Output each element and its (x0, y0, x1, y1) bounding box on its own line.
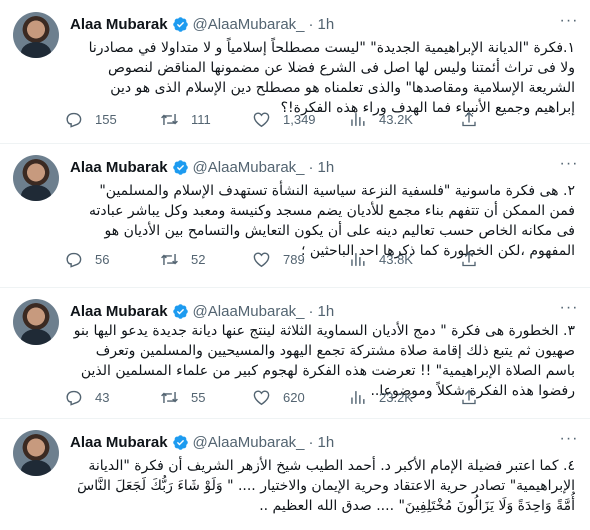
views-button[interactable]: 43.2K (348, 108, 460, 130)
tweet-header: Alaa Mubarak @AlaaMubarak_ · 1h (70, 432, 334, 452)
reply-button[interactable]: 56 (64, 248, 160, 270)
view-count: 43.2K (379, 111, 413, 127)
reply-count: 56 (95, 251, 110, 267)
tweet[interactable]: Alaa Mubarak @AlaaMubarak_ · 1h ··· ٣. ا… (0, 287, 590, 419)
view-count: 23.2K (379, 389, 413, 405)
views-chart-icon (351, 390, 365, 404)
verified-badge-icon (172, 434, 188, 450)
like-button[interactable]: 620 (252, 386, 348, 408)
reply-icon (66, 112, 82, 128)
author-handle[interactable]: @AlaaMubarak_ (193, 159, 305, 176)
reply-icon (66, 390, 82, 406)
reply-icon (66, 252, 82, 268)
more-options-icon[interactable]: ··· (558, 430, 580, 448)
views-button[interactable]: 23.2K (348, 386, 460, 408)
retweet-button[interactable]: 55 (160, 386, 252, 408)
more-options-icon[interactable]: ··· (558, 299, 580, 317)
retweet-icon (161, 253, 178, 265)
like-count: 1,349 (283, 111, 316, 127)
tweet-header: Alaa Mubarak @AlaaMubarak_ · 1h (70, 301, 334, 321)
view-count: 43.8K (379, 251, 413, 267)
retweet-count: 52 (191, 251, 206, 267)
share-icon (462, 111, 476, 126)
more-options-icon[interactable]: ··· (558, 155, 580, 173)
author-handle[interactable]: @AlaaMubarak_ (193, 16, 305, 33)
share-icon (462, 389, 476, 404)
tweet-actions: 155 111 1,349 43.2K (64, 108, 524, 130)
retweet-count: 111 (191, 111, 211, 127)
timestamp[interactable]: 1h (318, 434, 335, 451)
views-button[interactable]: 43.8K (348, 248, 460, 270)
author-name[interactable]: Alaa Mubarak (70, 159, 168, 176)
reply-count: 155 (95, 111, 117, 127)
reply-button[interactable]: 43 (64, 386, 160, 408)
heart-icon (253, 251, 270, 267)
views-chart-icon (351, 112, 365, 126)
verified-badge-icon (172, 303, 188, 319)
avatar[interactable] (13, 430, 59, 476)
heart-icon (253, 111, 270, 127)
author-name[interactable]: Alaa Mubarak (70, 303, 168, 320)
tweet-text: ٤. كما اعتبر فضيلة الإمام الأكبر د. أحمد… (77, 458, 575, 514)
views-chart-icon (351, 252, 365, 266)
like-button[interactable]: 1,349 (252, 108, 348, 130)
share-button[interactable] (460, 248, 490, 270)
retweet-button[interactable]: 52 (160, 248, 252, 270)
like-count: 620 (283, 389, 305, 405)
tweet-actions: 56 52 789 43.8K (64, 248, 524, 270)
tweet-actions: 43 55 620 23.2K (64, 386, 524, 408)
like-button[interactable]: 789 (252, 248, 348, 270)
author-name[interactable]: Alaa Mubarak (70, 434, 168, 451)
timestamp[interactable]: 1h (318, 303, 335, 320)
separator-dot: · (308, 15, 314, 33)
separator-dot: · (308, 302, 314, 320)
timestamp[interactable]: 1h (318, 159, 335, 176)
reply-count: 43 (95, 389, 110, 405)
avatar[interactable] (13, 12, 59, 58)
author-handle[interactable]: @AlaaMubarak_ (193, 434, 305, 451)
tweet[interactable]: Alaa Mubarak @AlaaMubarak_ · 1h ··· ٢. ه… (0, 143, 590, 288)
tweet-text: ١.فكرة "الديانة الإبراهيمية الجديدة" "لي… (88, 40, 575, 116)
verified-badge-icon (172, 159, 188, 175)
tweet[interactable]: Alaa Mubarak @AlaaMubarak_ · 1h ··· ١.فك… (0, 0, 590, 144)
more-options-icon[interactable]: ··· (558, 12, 580, 30)
share-button[interactable] (460, 108, 490, 130)
timestamp[interactable]: 1h (318, 16, 335, 33)
author-handle[interactable]: @AlaaMubarak_ (193, 303, 305, 320)
retweet-button[interactable]: 111 (160, 108, 252, 130)
share-button[interactable] (460, 386, 490, 408)
separator-dot: · (308, 158, 314, 176)
heart-icon (253, 389, 270, 405)
verified-badge-icon (172, 16, 188, 32)
tweet-header: Alaa Mubarak @AlaaMubarak_ · 1h (70, 14, 334, 34)
tweet[interactable]: Alaa Mubarak @AlaaMubarak_ · 1h ··· ٤. ك… (0, 418, 590, 530)
author-name[interactable]: Alaa Mubarak (70, 16, 168, 33)
tweet-header: Alaa Mubarak @AlaaMubarak_ · 1h (70, 157, 334, 177)
retweet-icon (161, 391, 178, 403)
reply-button[interactable]: 155 (64, 108, 160, 130)
avatar[interactable] (13, 299, 59, 345)
like-count: 789 (283, 251, 305, 267)
separator-dot: · (308, 433, 314, 451)
avatar[interactable] (13, 155, 59, 201)
share-icon (462, 251, 476, 266)
retweet-count: 55 (191, 389, 206, 405)
retweet-icon (161, 113, 178, 125)
